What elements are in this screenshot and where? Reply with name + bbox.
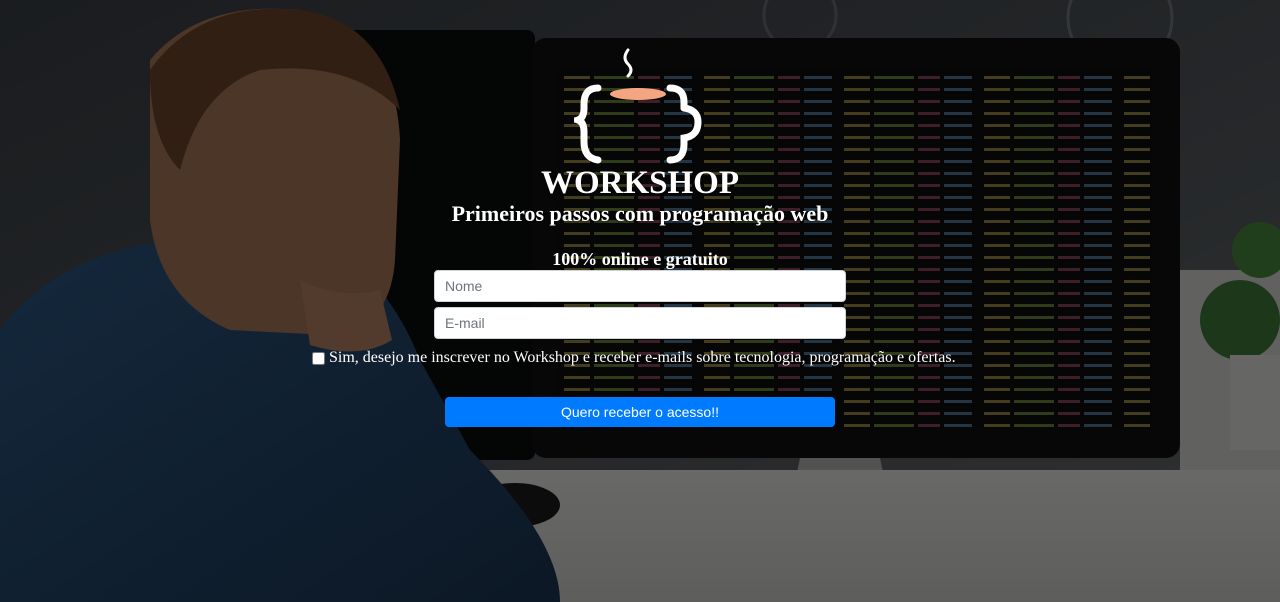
hero-section: WORKSHOP Primeiros passos com programaçã… [0, 0, 1280, 602]
consent-label: Sim, desejo me inscrever no Workshop e r… [329, 349, 956, 366]
page-subtitle: Primeiros passos com programação web [451, 201, 829, 226]
consent-checkbox[interactable] [312, 351, 325, 365]
submit-button[interactable]: Quero receber o acesso!! [445, 397, 835, 427]
name-field[interactable] [434, 270, 846, 302]
email-field[interactable] [434, 307, 846, 339]
page-title: WORKSHOP [540, 165, 740, 201]
tagline: 100% online e gratuito [552, 249, 728, 269]
consent-option[interactable]: Sim, desejo me inscrever no Workshop e r… [311, 347, 956, 369]
coffee-cup-braces-logo [574, 48, 702, 164]
